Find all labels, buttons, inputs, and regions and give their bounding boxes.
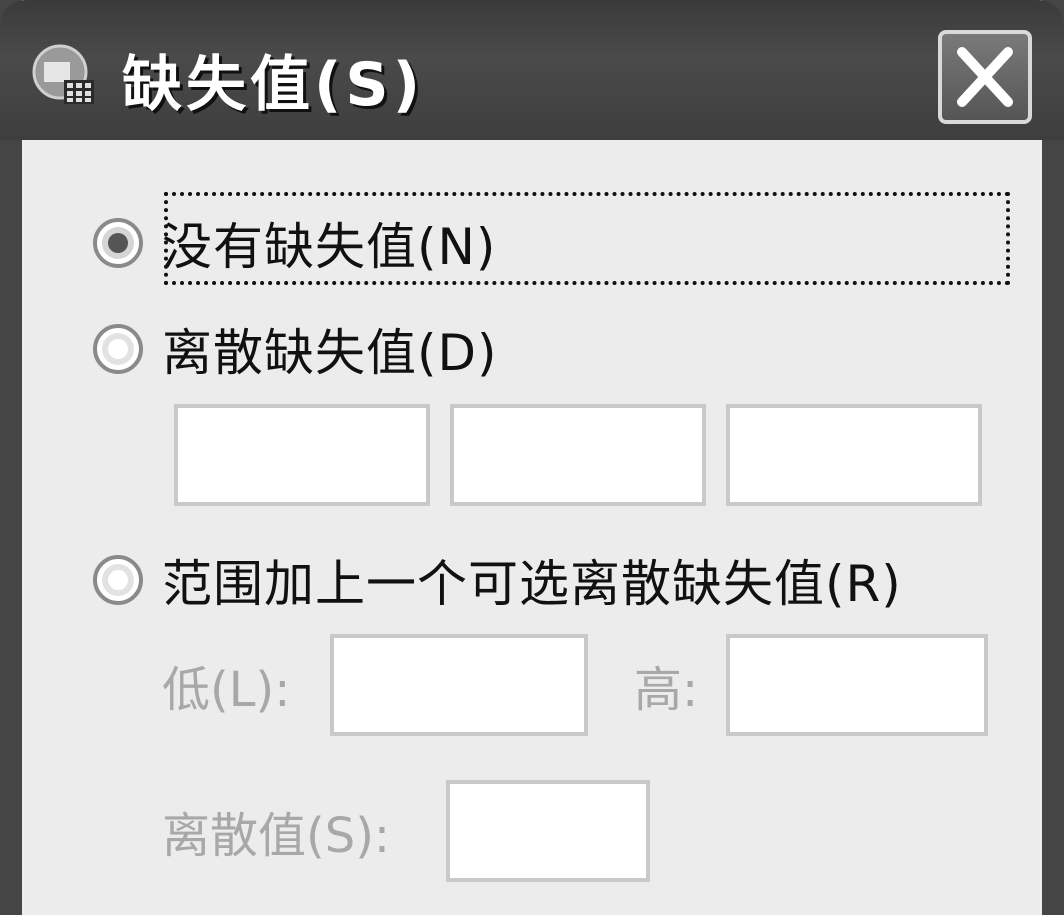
- low-value-field[interactable]: [330, 634, 588, 736]
- discrete-value-field-2[interactable]: [450, 404, 706, 506]
- close-icon: [957, 47, 1013, 107]
- discrete-value-field-3[interactable]: [726, 404, 982, 506]
- app-icon: [30, 40, 100, 110]
- discrete-value-field-1[interactable]: [174, 404, 430, 506]
- radio-selected-icon: [92, 217, 144, 269]
- range-discrete-value-field[interactable]: [446, 780, 650, 882]
- radio-no-missing[interactable]: 没有缺失值(N): [92, 208, 496, 278]
- radio-discrete-label: 离散缺失值(D): [162, 324, 498, 382]
- title-bar[interactable]: 缺失值(S): [0, 0, 1064, 140]
- missing-values-dialog: 缺失值(S) 没有缺失值(N) 离散缺失值(D) 范围加上一个可选离散缺失值(R…: [0, 0, 1064, 915]
- radio-range[interactable]: 范围加上一个可选离散缺失值(R): [92, 545, 902, 615]
- radio-unselected-icon: [92, 554, 144, 606]
- dialog-title: 缺失值(S): [122, 50, 425, 120]
- high-label: 高:: [634, 662, 699, 718]
- radio-unselected-icon: [92, 323, 144, 375]
- discrete-value-label: 离散值(S):: [162, 808, 391, 864]
- radio-discrete[interactable]: 离散缺失值(D): [92, 314, 498, 384]
- radio-no-missing-label: 没有缺失值(N): [162, 218, 497, 276]
- close-button[interactable]: [938, 30, 1032, 124]
- radio-range-label: 范围加上一个可选离散缺失值(R): [162, 555, 902, 613]
- low-label: 低(L):: [162, 662, 291, 718]
- high-value-field[interactable]: [726, 634, 988, 736]
